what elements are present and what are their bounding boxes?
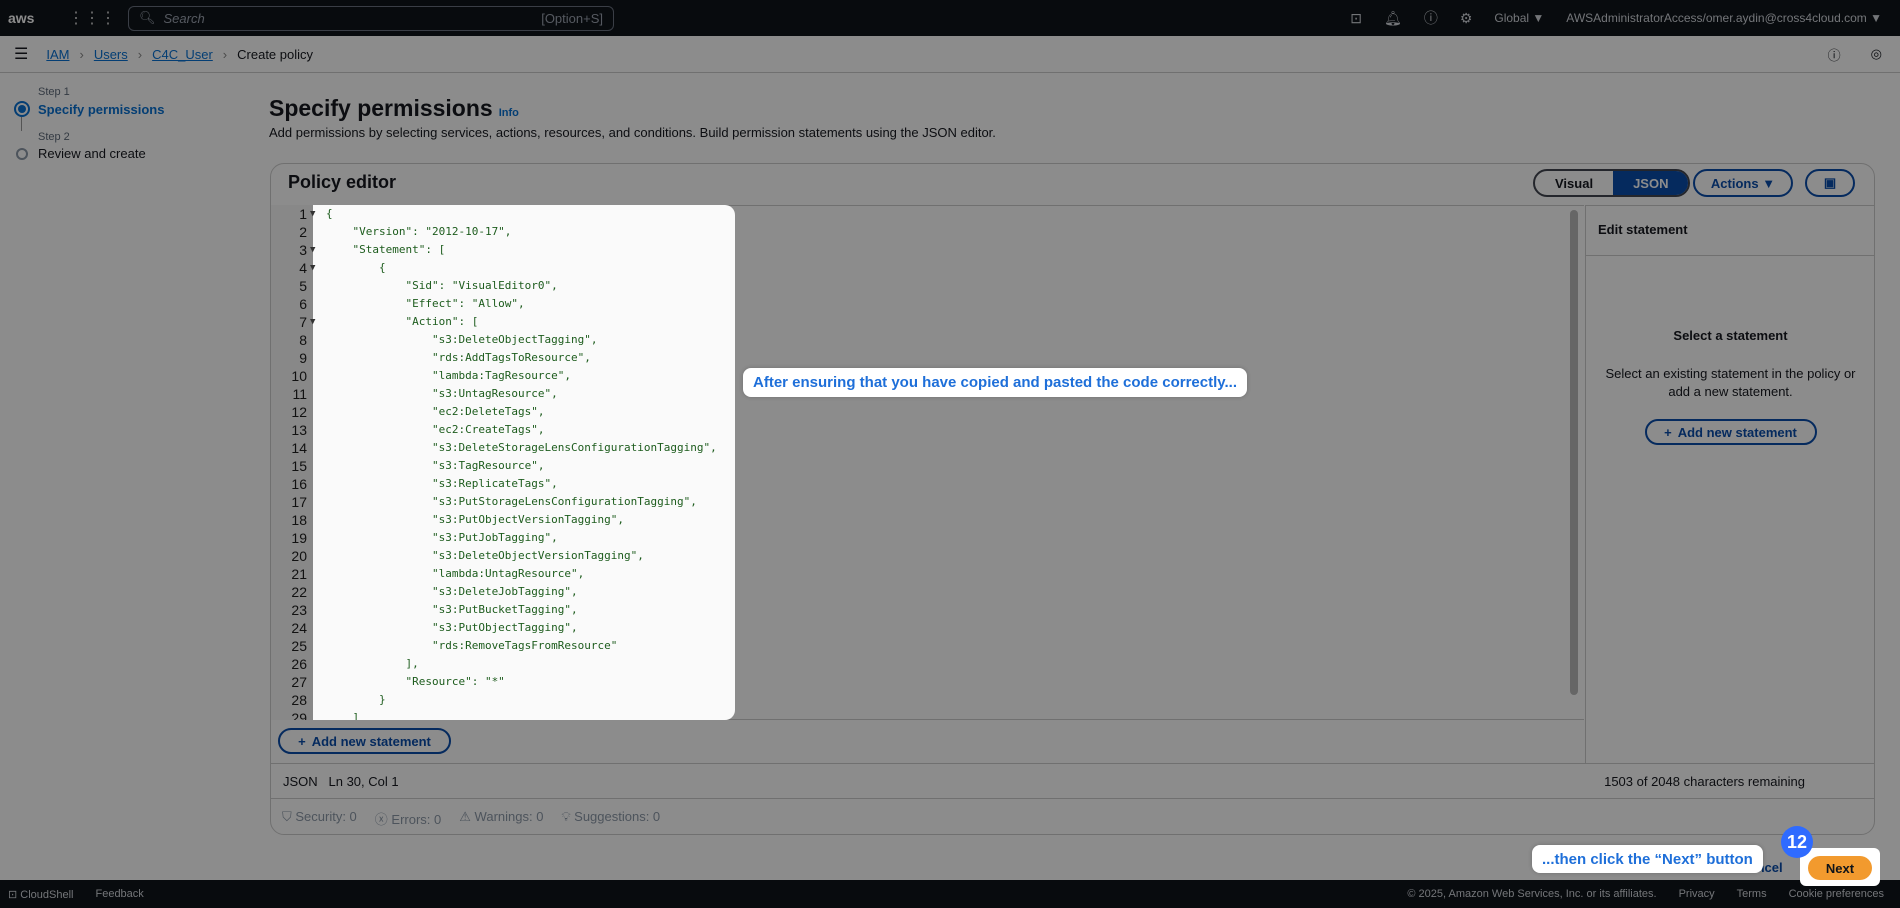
code-text: "s3:PutObjectVersionTagging", [326,513,625,526]
line-number: 11 [292,386,307,402]
code-text: "lambda:TagResource", [326,369,572,382]
code-line[interactable]: 25 "rds:RemoveTagsFromResource" [271,637,735,655]
code-text: "s3:ReplicateTags", [326,477,558,490]
code-line[interactable]: 19 "s3:PutJobTagging", [271,529,735,547]
line-number: 20 [291,548,307,564]
line-number: 1 [299,206,307,222]
code-line[interactable]: 4 ▼ { [271,259,735,277]
line-number: 12 [291,404,307,420]
code-text: "s3:DeleteJobTagging", [326,585,578,598]
code-line[interactable]: 28 } [271,691,735,709]
line-number: 26 [291,656,307,672]
fold-arrow-icon[interactable]: ▼ [310,205,315,223]
next-highlight: Next [1800,848,1880,886]
code-text: } [326,693,386,706]
code-line[interactable]: 17 "s3:PutStorageLensConfigurationTaggin… [271,493,735,511]
line-number: 15 [291,458,307,474]
code-text: "s3:TagResource", [326,459,545,472]
code-line[interactable]: 20 "s3:DeleteObjectVersionTagging", [271,547,735,565]
code-line[interactable]: 29 ] [271,709,735,720]
code-text: "s3:PutStorageLensConfigurationTagging", [326,495,697,508]
line-number: 14 [291,440,307,456]
code-text: ], [326,657,419,670]
code-line[interactable]: 22 "s3:DeleteJobTagging", [271,583,735,601]
code-line[interactable]: 9 "rds:AddTagsToResource", [271,349,735,367]
next-button[interactable]: Next [1808,856,1872,880]
code-text: "s3:PutJobTagging", [326,531,558,544]
line-number: 10 [291,368,307,384]
line-number: 5 [299,278,307,294]
line-number: 3 [299,242,307,258]
line-number: 23 [291,602,307,618]
line-number: 13 [291,422,307,438]
code-text: "ec2:DeleteTags", [326,405,545,418]
code-line[interactable]: 18 "s3:PutObjectVersionTagging", [271,511,735,529]
code-text: "Sid": "VisualEditor0", [326,279,558,292]
code-text: "s3:DeleteStorageLensConfigurationTaggin… [326,441,717,454]
code-line[interactable]: 1 ▼ { [271,205,735,223]
code-line[interactable]: 21 "lambda:UntagResource", [271,565,735,583]
code-text: "s3:DeleteObjectVersionTagging", [326,549,644,562]
line-number: 22 [291,584,307,600]
code-line[interactable]: 27 "Resource": "*" [271,673,735,691]
code-line[interactable]: 13 "ec2:CreateTags", [271,421,735,439]
line-number: 24 [291,620,307,636]
line-number: 2 [299,224,307,240]
line-number: 8 [299,332,307,348]
code-text: "s3:DeleteObjectTagging", [326,333,598,346]
code-text: "Statement": [ [326,243,446,256]
json-code-highlight[interactable]: 1 ▼{2 "Version": "2012-10-17", 3 ▼ "Stateme… [271,205,735,720]
line-number: 19 [291,530,307,546]
line-number: 25 [291,638,307,654]
code-line[interactable]: 14 "s3:DeleteStorageLensConfigurationTag… [271,439,735,457]
code-text: "s3:PutBucketTagging", [326,603,578,616]
code-line[interactable]: 2 "Version": "2012-10-17", [271,223,735,241]
tutorial-tip-2: ...then click the “Next” button [1532,845,1763,873]
line-number: 27 [291,674,307,690]
code-text: "s3:PutObjectTagging", [326,621,578,634]
code-text: "Action": [ [326,315,479,328]
tutorial-tip-1: After ensuring that you have copied and … [743,368,1247,397]
code-line[interactable]: 16 "s3:ReplicateTags", [271,475,735,493]
code-line[interactable]: 24 "s3:PutObjectTagging", [271,619,735,637]
code-text: "Effect": "Allow", [326,297,525,310]
line-number: 6 [299,296,307,312]
line-number: 21 [291,566,307,582]
code-line[interactable]: 12 "ec2:DeleteTags", [271,403,735,421]
line-number: 4 [299,260,307,276]
code-line[interactable]: 3 ▼ "Statement": [ [271,241,735,259]
code-text: "s3:UntagResource", [326,387,558,400]
line-number: 28 [291,692,307,708]
line-number: 7 [299,314,307,330]
line-number: 29 [291,710,307,720]
code-text: { [326,261,386,274]
code-text: "lambda:UntagResource", [326,567,585,580]
line-number: 9 [299,350,307,366]
code-line[interactable]: 15 "s3:TagResource", [271,457,735,475]
code-text: ] [326,711,360,720]
code-text: "Resource": "*" [326,675,505,688]
code-line[interactable]: 23 "s3:PutBucketTagging", [271,601,735,619]
fold-arrow-icon[interactable]: ▼ [310,259,315,277]
code-text: { [326,207,333,220]
code-line[interactable]: 10 "lambda:TagResource", [271,367,735,385]
code-line[interactable]: 6 "Effect": "Allow", [271,295,735,313]
code-text: "rds:RemoveTagsFromResource" [326,639,618,652]
line-number: 16 [291,476,307,492]
line-number: 18 [291,512,307,528]
code-text: "rds:AddTagsToResource", [326,351,591,364]
fold-arrow-icon[interactable]: ▼ [310,241,315,259]
code-line[interactable]: 7 ▼ "Action": [ [271,313,735,331]
tutorial-step-badge: 12 [1781,826,1813,858]
code-line[interactable]: 5 "Sid": "VisualEditor0", [271,277,735,295]
code-line[interactable]: 26 ], [271,655,735,673]
code-line[interactable]: 8 "s3:DeleteObjectTagging", [271,331,735,349]
code-text: "Version": "2012-10-17", [326,225,512,238]
fold-arrow-icon[interactable]: ▼ [310,313,315,331]
line-number: 17 [291,494,307,510]
code-text: "ec2:CreateTags", [326,423,545,436]
code-line[interactable]: 11 "s3:UntagResource", [271,385,735,403]
